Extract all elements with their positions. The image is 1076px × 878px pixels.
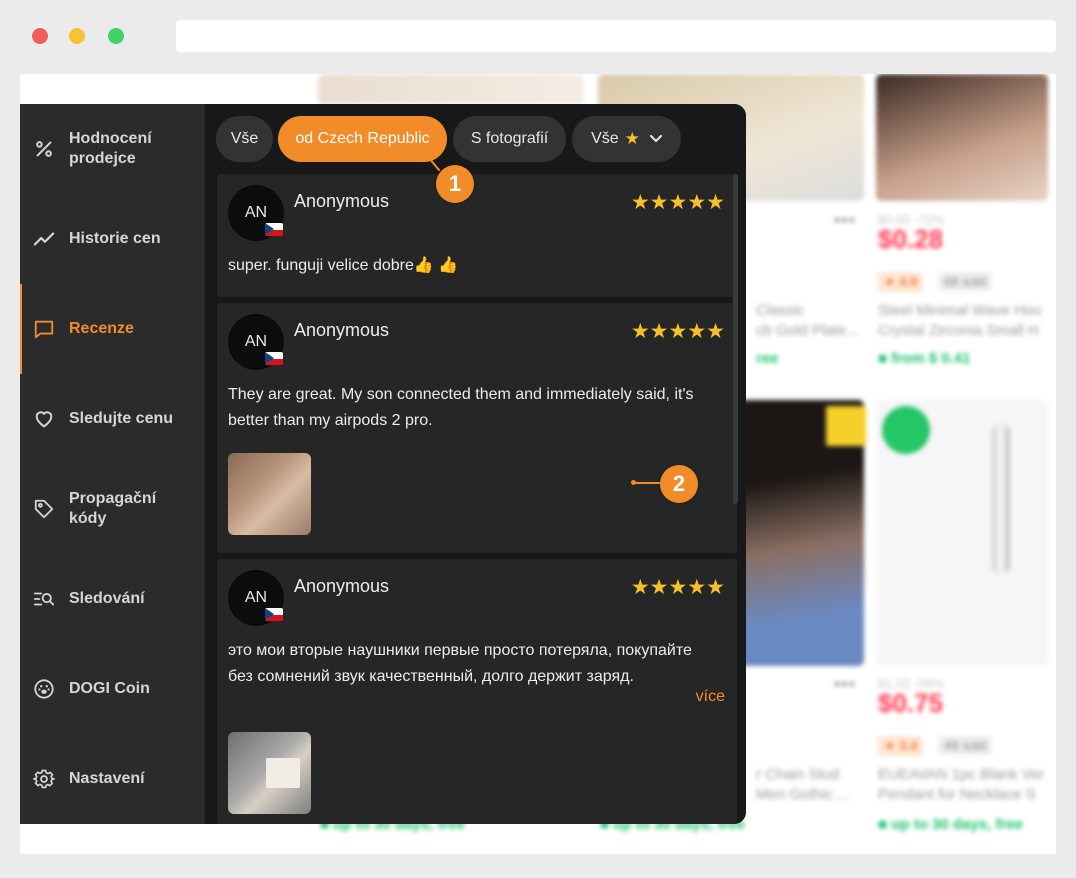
photo-detail <box>266 758 300 788</box>
review-text: super. funguji velice dobre👍 👍 <box>228 257 459 274</box>
sidebar-item-dogi-coin[interactable]: DOGI Coin <box>20 644 205 734</box>
review-photo[interactable] <box>228 732 311 814</box>
sidebar-item-label: Nastavení <box>69 770 145 787</box>
czech-flag-icon <box>265 223 283 236</box>
chip-label: S fotografií <box>470 130 549 147</box>
chevron-down-icon <box>649 130 662 148</box>
window-minimize-dot[interactable] <box>69 28 85 44</box>
review-text: это мои вторые наушники первые просто по… <box>228 642 692 685</box>
review-card: AN Anonymous ★★★★★ это мои вторые наушни… <box>217 559 737 824</box>
czech-flag-icon <box>265 608 283 621</box>
filter-dropdown-rating[interactable]: Vše ★ <box>572 116 681 162</box>
tag-icon <box>32 497 56 521</box>
sidebar-item-label: Propagační kódy <box>69 490 157 527</box>
sidebar-item-label: DOGI Coin <box>69 680 150 697</box>
sidebar-item-label: Sledujte cenu <box>69 410 174 427</box>
review-photo[interactable] <box>228 453 311 535</box>
chat-bubble-icon <box>32 317 56 341</box>
filter-chip-country[interactable]: od Czech Republic <box>278 116 447 162</box>
sidebar-item-price-history[interactable]: Historie cen <box>20 194 205 284</box>
sidebar-item-label: Recenze <box>69 320 134 337</box>
sidebar-item-label: Historie cen <box>69 230 161 247</box>
heart-icon <box>32 407 56 431</box>
sidebar-item-watch-price[interactable]: Sledujte cenu <box>20 374 205 464</box>
window-maximize-dot[interactable] <box>108 28 124 44</box>
sidebar-item-seller-rating[interactable]: Hodnocení prodejce <box>20 104 205 194</box>
review-stars: ★★★★★ <box>630 576 725 599</box>
extension-panel: Hodnocení prodejce Historie cen Recenze <box>20 104 746 824</box>
review-text: They are great. My son connected them an… <box>228 386 694 429</box>
sidebar-item-tracking[interactable]: Sledování <box>20 554 205 644</box>
chip-label: od Czech Republic <box>295 130 430 147</box>
review-stars: ★★★★★ <box>630 191 725 214</box>
review-author: Anonymous <box>294 191 390 211</box>
callout-leader-line <box>634 482 662 484</box>
review-author: Anonymous <box>294 576 390 596</box>
address-bar[interactable] <box>176 20 1056 52</box>
sidebar-item-settings[interactable]: Nastavení <box>20 734 205 824</box>
review-author: Anonymous <box>294 320 390 340</box>
callout-badge-2: 2 <box>660 465 698 503</box>
callout-badge-1: 1 <box>436 165 474 203</box>
czech-flag-icon <box>265 352 283 365</box>
gear-icon <box>32 767 56 791</box>
scrollbar[interactable] <box>733 174 738 504</box>
chip-label: Vše <box>230 130 259 147</box>
window-close-dot[interactable] <box>32 28 48 44</box>
review-card: AN Anonymous ★★★★★ super. funguji velice… <box>217 174 737 297</box>
avatar-initials: AN <box>244 204 268 221</box>
list-search-icon <box>32 587 56 611</box>
percent-icon <box>32 137 56 161</box>
sidebar-item-label: Sledování <box>69 590 145 607</box>
chip-label: Vše <box>591 130 619 147</box>
sidebar-item-label: Hodnocení prodejce <box>69 130 152 167</box>
avatar-initials: AN <box>244 333 268 350</box>
sidebar-item-promo-codes[interactable]: Propagační kódy <box>20 464 205 554</box>
coin-icon <box>32 677 56 701</box>
avatar-initials: AN <box>244 589 268 606</box>
filter-chip-photos[interactable]: S fotografií <box>453 116 566 162</box>
sidebar-item-reviews[interactable]: Recenze <box>20 284 205 374</box>
sidebar: Hodnocení prodejce Historie cen Recenze <box>20 104 205 824</box>
review-stars: ★★★★★ <box>630 320 725 343</box>
callout-number: 2 <box>672 471 686 496</box>
show-more-link[interactable]: více <box>696 688 725 706</box>
filter-chip-all[interactable]: Vše <box>216 116 273 162</box>
star-icon: ★ <box>624 129 640 148</box>
reviews-content: Vše od Czech Republic S fotografií Vše ★… <box>205 104 746 824</box>
review-card: AN Anonymous ★★★★★ They are great. My so… <box>217 303 737 553</box>
chart-line-icon <box>32 227 56 251</box>
callout-number: 1 <box>448 171 462 196</box>
